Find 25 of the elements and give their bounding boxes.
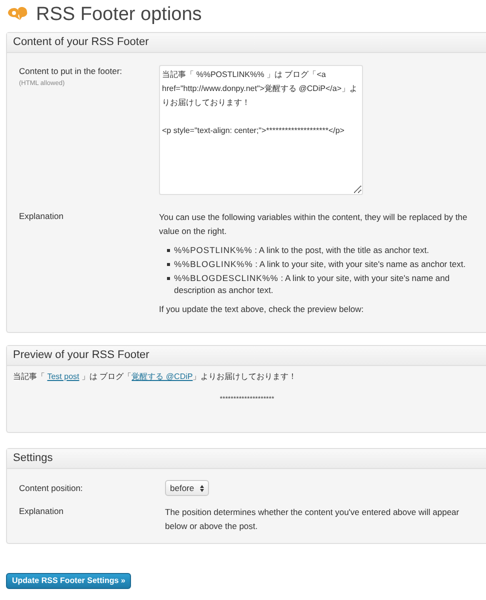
preview-link[interactable]: 覚醒する @CDiP — [132, 372, 193, 381]
explanation-text: The position determines whether the content you've entered above will appear below or above the post. — [165, 506, 460, 533]
page-title: RSS Footer options — [36, 4, 202, 24]
explanation-text: If you update the text above, check the preview below: — [159, 303, 365, 316]
variable-description: %%BLOGLINK%% : A link to your site, with your site's name as anchor text. — [174, 258, 466, 270]
preview-sentence: 当記事「 Test post 」は ブログ「覚醒する @CDiP」よりお届けしております！ — [12, 371, 298, 383]
bullet-icon — [167, 277, 170, 280]
update-settings-button[interactable]: Update RSS Footer Settings » — [6, 573, 132, 589]
explanation-text: You can use the following variables within the content, they will be replaced by the value on the right. — [159, 211, 468, 238]
field-label: Content to put in the footer: — [19, 65, 124, 78]
row-label: Content position: — [19, 482, 84, 494]
panel-title: Preview of your RSS Footer — [7, 346, 486, 366]
variable-description: %%BLOGDESCLINK%% : A link to your site, with your site's name and description as anchor text. — [174, 272, 451, 296]
variable-description: %%POSTLINK%% : A link to the post, with the title as anchor text. — [174, 244, 429, 256]
preview-link[interactable]: Test post — [47, 372, 80, 381]
position-select[interactable]: before — [165, 480, 209, 496]
panel-title: Content of your RSS Footer — [7, 33, 486, 53]
row-label: Explanation — [19, 210, 64, 223]
speech-bubble-icon — [6, 7, 28, 21]
panel-title: Settings — [7, 449, 486, 469]
bullet-icon — [167, 263, 170, 266]
bullet-icon — [167, 249, 170, 252]
footer-content-field[interactable]: 当記事「 %%POSTLINK%% 」は ブログ「<a href="http://www.donpy.net">覚醒する @CDiP</a>」よりお届けしております！ <p style="text-align: center;">********************</p> — [159, 65, 363, 195]
row-label: Explanation — [19, 505, 64, 518]
updown-icon — [200, 484, 204, 492]
